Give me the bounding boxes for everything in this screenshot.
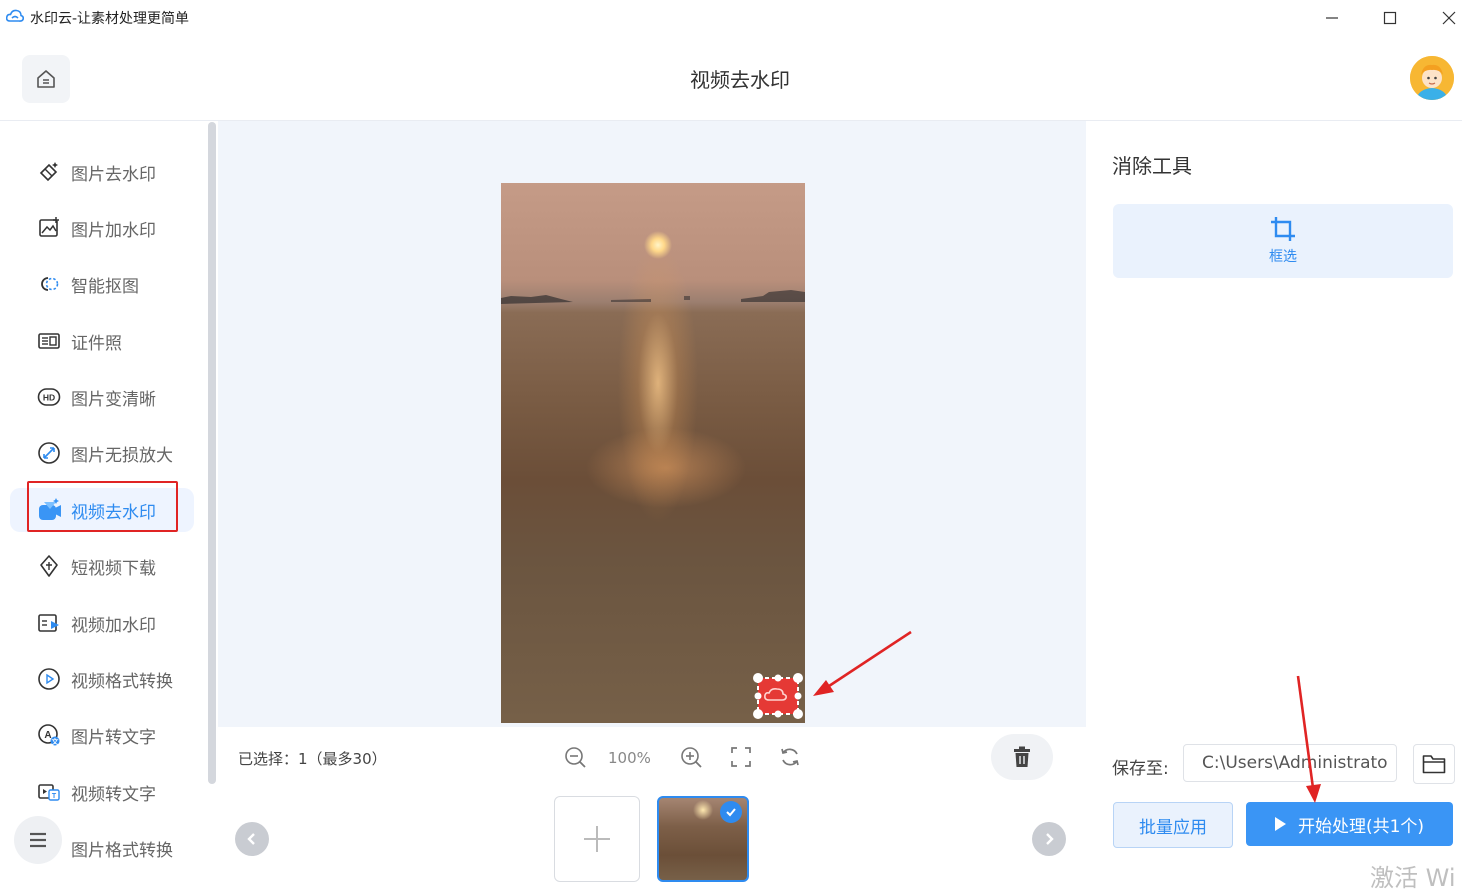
window-title: 水印云-让素材处理更简单: [30, 11, 190, 27]
avatar-illustration: [1410, 56, 1454, 100]
title-bar: [0, 0, 1462, 36]
resize-handle: [753, 673, 763, 683]
cutout-icon: [36, 271, 62, 297]
svg-text:文: 文: [52, 737, 60, 746]
minimize-icon: [1326, 17, 1338, 19]
sidebar-item-label: 图片无损放大: [71, 445, 173, 466]
sidebar-item-short-video-download[interactable]: 短视频下载: [10, 544, 194, 588]
sidebar-item-label: 视频格式转换: [71, 671, 173, 692]
chevron-left-icon: [247, 833, 255, 845]
fit-screen-button[interactable]: [728, 744, 754, 770]
minimize-button[interactable]: [1319, 6, 1345, 30]
play-circle-icon: [36, 666, 62, 692]
sidebar-item-video-to-text[interactable]: T 视频转文字: [10, 770, 194, 814]
tools-title: 消除工具: [1112, 154, 1192, 178]
download-link-icon: [36, 553, 62, 579]
svg-text:HD: HD: [43, 393, 55, 403]
sidebar-item-video-add-watermark[interactable]: 视频加水印: [10, 601, 194, 645]
sidebar-item-label: 图片转文字: [71, 727, 156, 748]
user-avatar[interactable]: [1410, 56, 1454, 100]
prev-thumbnail-button[interactable]: [235, 822, 269, 856]
sidebar-item-label: 证件照: [71, 333, 122, 354]
annotation-highlight-box: [27, 481, 178, 532]
horizon-silhouette: [501, 290, 805, 304]
save-path-input[interactable]: [1183, 744, 1397, 782]
folder-icon: [1422, 755, 1446, 774]
trash-icon: [1014, 746, 1030, 767]
save-to-label: 保存至:: [1112, 759, 1169, 779]
zoom-level: 100%: [608, 749, 651, 767]
eraser-icon: [36, 159, 62, 185]
refresh-icon: [781, 748, 799, 766]
play-icon: [1274, 817, 1286, 831]
zoom-in-button[interactable]: [678, 744, 704, 770]
app-logo-icon: [6, 9, 24, 22]
resize-handle: [774, 674, 782, 682]
batch-apply-button[interactable]: 批量应用: [1113, 802, 1233, 848]
home-icon: [37, 70, 55, 88]
sidebar-item-image-upscale[interactable]: 图片无损放大: [10, 431, 194, 475]
selection-count: 已选择：1（最多30）: [238, 750, 387, 768]
image-text-icon: A文: [36, 722, 62, 748]
resize-handle: [793, 709, 803, 719]
next-thumbnail-button[interactable]: [1032, 822, 1066, 856]
resize-handle: [753, 709, 763, 719]
id-card-icon: [36, 328, 62, 354]
watermark-selection-box[interactable]: [752, 672, 804, 720]
video-preview[interactable]: [501, 183, 805, 723]
frame-select-label: 框选: [1269, 249, 1297, 265]
maximize-icon: [1383, 11, 1397, 25]
menu-button[interactable]: [14, 816, 62, 864]
reset-button[interactable]: [777, 744, 803, 770]
sidebar-item-label: 短视频下载: [71, 558, 156, 579]
selected-check-badge: [720, 801, 742, 823]
hd-icon: HD: [36, 384, 62, 410]
sidebar-item-smart-cutout[interactable]: 智能抠图: [10, 262, 194, 306]
sidebar-item-label: 图片去水印: [71, 164, 156, 185]
sidebar-item-label: 图片变清晰: [71, 389, 156, 410]
sidebar-item-label: 视频转文字: [71, 784, 156, 805]
start-processing-button[interactable]: 开始处理(共1个): [1246, 802, 1453, 846]
sidebar-item-image-add-watermark[interactable]: 图片加水印: [10, 206, 194, 250]
add-video-button[interactable]: [554, 796, 640, 882]
start-processing-label: 开始处理(共1个): [1297, 816, 1425, 837]
svg-text:T: T: [52, 793, 57, 800]
sidebar-item-image-to-text[interactable]: A文 图片转文字: [10, 713, 194, 757]
sidebar-item-label: 图片格式转换: [71, 840, 173, 861]
image-add-icon: [36, 215, 62, 241]
maximize-button[interactable]: [1377, 6, 1403, 30]
zoom-out-icon: [565, 747, 586, 768]
plus-icon: [584, 826, 610, 852]
sidebar-item-label: 视频加水印: [71, 615, 156, 636]
sidebar-item-label: 图片加水印: [71, 220, 156, 241]
check-icon: [726, 808, 736, 817]
resize-handle: [774, 710, 782, 718]
sidebar-item-image-enhance[interactable]: HD 图片变清晰: [10, 375, 194, 419]
chevron-right-icon: [1046, 833, 1054, 845]
close-icon: [1442, 11, 1456, 25]
sidebar-item-image-remove-watermark[interactable]: 图片去水印: [10, 150, 194, 194]
crop-icon: [1271, 217, 1295, 241]
delete-button[interactable]: [991, 734, 1053, 780]
zoom-out-button[interactable]: [562, 744, 588, 770]
resize-handle: [794, 692, 802, 700]
resize-handle: [793, 673, 803, 683]
enlarge-icon: [36, 440, 62, 466]
fullscreen-icon: [731, 747, 751, 767]
sidebar-item-id-photo[interactable]: 证件照: [10, 319, 194, 363]
sidebar-item-label: 智能抠图: [71, 276, 139, 297]
os-activation-watermark: 激活 Wi: [1370, 864, 1456, 892]
browse-folder-button[interactable]: [1413, 744, 1455, 784]
sidebar-scrollbar[interactable]: [208, 122, 216, 784]
video-add-icon: [36, 610, 62, 636]
home-button[interactable]: [22, 55, 70, 103]
video-text-icon: T: [36, 779, 62, 805]
frame-select-tool[interactable]: 框选: [1113, 204, 1453, 278]
close-button[interactable]: [1436, 6, 1462, 30]
zoom-in-icon: [681, 747, 702, 768]
menu-icon: [30, 832, 46, 848]
sidebar-item-video-format-convert[interactable]: 视频格式转换: [10, 657, 194, 701]
page-title: 视频去水印: [690, 68, 790, 92]
resize-handle: [754, 692, 762, 700]
